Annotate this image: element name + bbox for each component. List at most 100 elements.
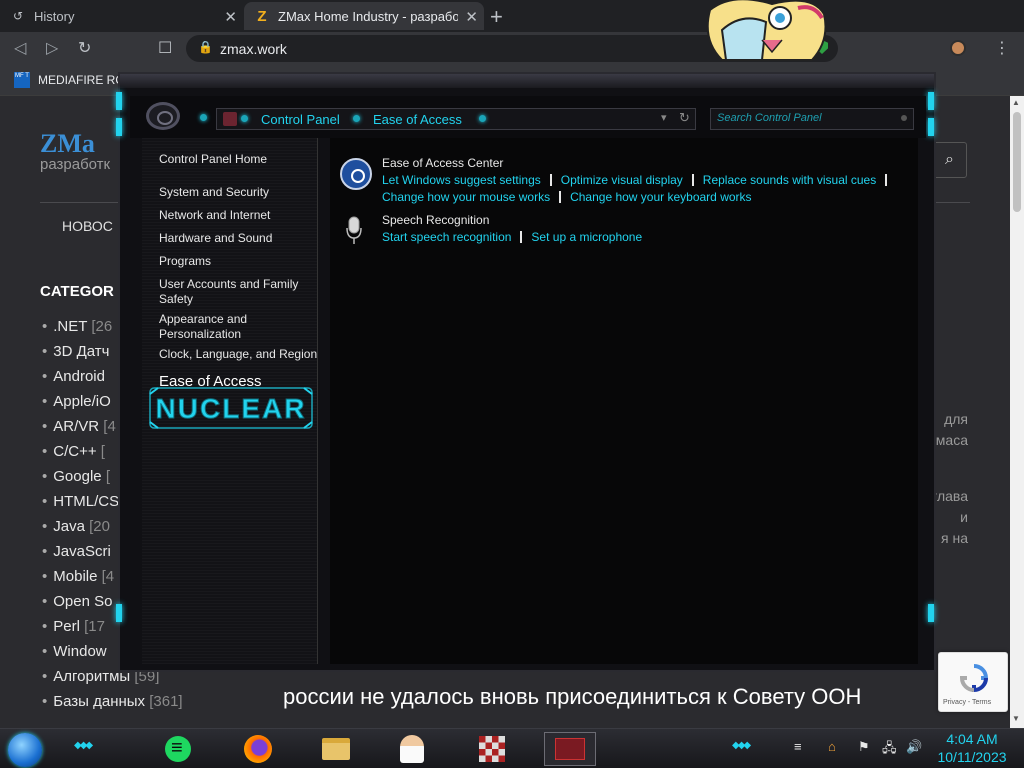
recaptcha-badge[interactable]: Privacy - Terms: [938, 652, 1008, 712]
browser-toolbar: ◁ ▷ ↻ ☐ 🔒 zmax.work ⋮: [0, 32, 1024, 64]
ease-links-row-2: Change how your mouse works Change how yo…: [382, 190, 752, 204]
frame-glow-accent: [116, 604, 122, 622]
speech-links-row: Start speech recognition Set up a microph…: [382, 230, 642, 244]
link-start-speech[interactable]: Start speech recognition: [382, 230, 511, 244]
breadcrumb-control-panel[interactable]: Control Panel: [261, 112, 340, 127]
taskbar-deco: ◆◆◆: [74, 740, 93, 751]
category-name: Mobile: [53, 568, 98, 585]
tab-zmax[interactable]: Z ZMax Home Industry - разработка ✕: [244, 2, 484, 30]
tray-app-icon[interactable]: ⌂: [828, 739, 836, 754]
action-center-flag-icon[interactable]: ⚑: [858, 739, 870, 755]
nuclear-logo: NUCLEAR: [149, 387, 313, 429]
new-tab-button[interactable]: +: [490, 4, 503, 30]
control-panel-search-input[interactable]: Search Control Panel: [710, 108, 914, 130]
bookmark-star-icon[interactable]: ☐: [158, 38, 172, 58]
article-text-fragment: и: [960, 509, 968, 525]
category-name: Android: [53, 368, 105, 385]
back-button[interactable]: ◁: [14, 38, 26, 58]
tab-title: History: [34, 8, 75, 24]
site-search-button[interactable]: ⌕: [932, 142, 967, 178]
start-orb-icon[interactable]: [8, 733, 42, 767]
link-mouse-works[interactable]: Change how your mouse works: [382, 190, 550, 204]
link-separator: [520, 231, 523, 243]
ease-of-access-icon: [340, 158, 372, 190]
profile-avatar[interactable]: [950, 40, 966, 56]
close-tab-icon[interactable]: ✕: [465, 8, 478, 26]
file-explorer-icon: [322, 738, 350, 760]
recaptcha-links[interactable]: Privacy - Terms: [943, 699, 991, 706]
link-keyboard-works[interactable]: Change how your keyboard works: [570, 190, 751, 204]
close-tab-icon[interactable]: ✕: [224, 8, 237, 26]
breadcrumb-ease-of-access[interactable]: Ease of Access: [373, 112, 462, 127]
category-count: [: [105, 468, 110, 485]
nav-news-link[interactable]: НОВОС: [62, 218, 113, 234]
ease-of-access-center-title[interactable]: Ease of Access Center: [382, 156, 503, 170]
scroll-down-icon[interactable]: ▼: [1012, 714, 1020, 723]
taskbar-app-firefox[interactable]: [240, 732, 276, 766]
category-name: Perl: [53, 618, 80, 635]
frame-glow-accent: [928, 604, 934, 622]
sidebar-item-network[interactable]: Network and Internet: [159, 208, 319, 223]
speech-recognition-title[interactable]: Speech Recognition: [382, 213, 489, 227]
control-panel-address-bar[interactable]: Control Panel Ease of Access ▾ ↻: [216, 108, 696, 130]
category-count: [26: [91, 318, 113, 335]
taskbar-app-explorer[interactable]: [318, 732, 354, 766]
bookmark-mediafire[interactable]: MF T MEDIAFIRE RO: [14, 72, 125, 88]
article-text-fragment: для: [944, 411, 968, 427]
link-let-windows-suggest[interactable]: Let Windows suggest settings: [382, 173, 541, 187]
show-hidden-icons[interactable]: ≡: [794, 739, 802, 754]
link-replace-sounds[interactable]: Replace sounds with visual cues: [703, 173, 876, 187]
link-setup-microphone[interactable]: Set up a microphone: [531, 230, 642, 244]
browser-menu-icon[interactable]: ⋮: [994, 38, 1010, 58]
refresh-icon[interactable]: ↻: [679, 110, 690, 126]
volume-icon[interactable]: 🔊: [906, 739, 922, 755]
taskbar: ◆◆◆ ◆◆◆ ≡ ⌂ ⚑ 🖧 🔊 4:04 AM 10/11/2023: [0, 728, 1024, 768]
category-name: Apple/iO: [53, 393, 111, 410]
lock-icon: 🔒: [198, 40, 213, 54]
sidebar-item-clock-language[interactable]: Clock, Language, and Region: [159, 347, 319, 362]
scroll-up-icon[interactable]: ▲: [1012, 98, 1020, 107]
taskbar-clock[interactable]: 4:04 AM 10/11/2023: [930, 730, 1014, 766]
network-icon[interactable]: 🖧: [882, 739, 897, 761]
nav-dot-icon: [200, 114, 207, 121]
sidebar-item-home[interactable]: Control Panel Home: [159, 152, 319, 167]
tab-history[interactable]: ↺ History ✕: [0, 2, 243, 30]
sidebar-item-system-security[interactable]: System and Security: [159, 185, 319, 200]
taskbar-app-mosaic[interactable]: [474, 732, 510, 766]
link-separator: [885, 174, 888, 186]
frame-glow-accent: [928, 118, 934, 136]
control-panel-icon: [223, 112, 237, 126]
reload-button[interactable]: ↻: [78, 38, 91, 58]
firefox-icon: [244, 735, 272, 763]
clock-date: 10/11/2023: [937, 749, 1007, 765]
microphone-icon: [346, 216, 362, 244]
tab-title: ZMax Home Industry - разработка: [278, 8, 458, 24]
category-name: C/C++: [53, 443, 97, 460]
category-count: [4: [103, 418, 116, 435]
taskbar-app-control-panel[interactable]: [544, 732, 596, 766]
sidebar-item-programs[interactable]: Programs: [159, 254, 319, 269]
category-item[interactable]: Базы данных [361]: [42, 693, 182, 718]
category-name: 3D Датч: [53, 343, 110, 360]
taskbar-app-spotify[interactable]: [160, 732, 196, 766]
sidebar-item-user-accounts[interactable]: User Accounts and Family Safety: [159, 277, 319, 307]
spotify-icon: [165, 736, 191, 762]
breadcrumb-separator-icon: [241, 115, 248, 122]
back-orb-icon[interactable]: [146, 102, 180, 130]
page-scrollbar[interactable]: ▲ ▼: [1010, 96, 1024, 728]
bookmark-label: MEDIAFIRE RO: [38, 73, 125, 87]
scrollbar-thumb[interactable]: [1013, 112, 1021, 212]
sidebar-item-appearance[interactable]: Appearance and Personalization: [159, 312, 319, 342]
frame-glow-accent: [928, 92, 934, 110]
forward-button[interactable]: ▷: [46, 38, 58, 58]
svg-text:NUCLEAR: NUCLEAR: [156, 393, 307, 424]
link-optimize-visual[interactable]: Optimize visual display: [561, 173, 683, 187]
site-logo[interactable]: ZMa: [40, 126, 95, 160]
clock-time: 4:04 AM: [946, 731, 998, 747]
news-ticker: россии не удалось вновь присоединиться к…: [283, 684, 862, 709]
sidebar-item-hardware[interactable]: Hardware and Sound: [159, 231, 319, 246]
link-separator: [549, 174, 552, 186]
taskbar-app-doctor[interactable]: [394, 732, 430, 766]
control-panel-sidebar: Control Panel Home System and Security N…: [142, 138, 318, 664]
chevron-down-icon[interactable]: ▾: [661, 111, 667, 124]
